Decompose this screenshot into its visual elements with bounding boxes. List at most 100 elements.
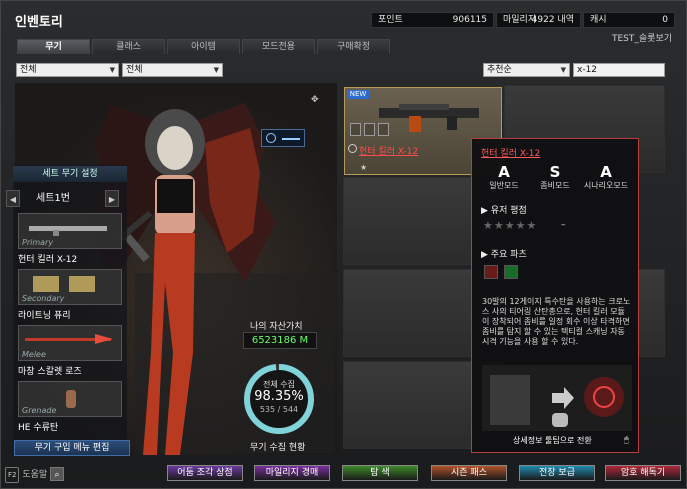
season-pass-button[interactable]: 시즌 패스: [431, 465, 507, 481]
attachment-slot: [350, 123, 361, 136]
set-name: 세트1번: [36, 193, 70, 204]
slot-type-label: Melee: [22, 350, 46, 359]
dark-shard-shop-label: 어둠 조각 상점: [177, 468, 233, 478]
camera-pan-icon[interactable]: ✥: [311, 95, 319, 105]
mileage-auction-button[interactable]: 마일리지 경매: [254, 465, 330, 481]
secondary-weapon-name: 라이트닝 퓨리: [18, 311, 71, 321]
asset-label: 나의 자산가치: [250, 322, 303, 332]
tab-weapon[interactable]: 무기: [17, 39, 90, 54]
tab-bar: 무기 클래스 아이템 모드전용 구매확정: [17, 39, 390, 54]
feature-illustration-art: [490, 375, 624, 427]
grade-normal-mode: A 일반모드: [481, 164, 527, 191]
set-selector: ◀ 세트1번 ▶: [6, 190, 119, 207]
category-select-1[interactable]: 전체 ▼: [16, 63, 119, 77]
collection-label: 무기 수집 현황: [250, 443, 306, 453]
account-name: TEST_슬롯보기: [611, 34, 672, 44]
grade-letter: A: [498, 163, 510, 181]
grade-mode: 일반모드: [489, 181, 519, 190]
slot-type-label: Primary: [22, 238, 54, 247]
slider-track: [282, 138, 300, 140]
help-key: F2: [5, 467, 20, 483]
explore-button[interactable]: 탐 색: [342, 465, 418, 481]
mileage-value[interactable]: 4922 내역: [532, 13, 574, 27]
cash-label: 캐시: [590, 15, 607, 25]
favorite-star[interactable]: ★: [360, 163, 367, 172]
attachment-slot: [364, 123, 375, 136]
rating-value: –: [561, 220, 566, 230]
grade-mode: 시나리오모드: [583, 181, 629, 190]
set-panel-title: 세트 무기 설정: [13, 166, 127, 182]
mileage-auction-label: 마일리지 경매: [265, 468, 319, 478]
chevron-down-icon: ▼: [213, 66, 219, 74]
sort-select[interactable]: 추천순 ▼: [483, 63, 570, 77]
grade-mode: 좀비모드: [540, 181, 570, 190]
prev-set-arrow-icon[interactable]: ◀: [6, 190, 20, 207]
collection-count: 535 / 544: [259, 405, 299, 414]
search-icon[interactable]: ⌕: [50, 467, 65, 481]
points-display: 포인트 906115: [371, 12, 494, 28]
battlefield-supply-button[interactable]: 전장 보급: [519, 465, 595, 481]
rating-title: 유저 평점: [490, 206, 527, 216]
dark-shard-shop-button[interactable]: 어둠 조각 상점: [167, 465, 243, 481]
triangle-icon: ▶: [481, 250, 491, 260]
tab-item[interactable]: 아이템: [167, 39, 240, 54]
help[interactable]: F2 도움말 ⌕: [5, 467, 65, 483]
info-icon: [348, 144, 357, 153]
asset-value: 6523186 M: [243, 332, 317, 349]
secondary-weapon-slot[interactable]: Secondary: [18, 269, 122, 305]
melee-weapon-name: 마창 스칼렛 로즈: [18, 367, 82, 377]
mileage-display[interactable]: 마일리지 4922 내역: [496, 12, 581, 28]
detail-description: 30발의 12게이지 특수탄을 사용하는 크로노스 사의 티어링 산탄총으로, …: [482, 297, 631, 346]
featured-item-name: 헌터 킬러 X-12: [359, 147, 419, 157]
tab-class[interactable]: 클래스: [92, 39, 165, 54]
inventory-window: 인벤토리 포인트 906115 마일리지 4922 내역 캐시 0 TEST_슬…: [0, 0, 687, 489]
detail-item-name: 헌터 킬러 X-12: [481, 149, 541, 159]
rifle-icon: [29, 226, 107, 236]
category-select-2-value: 전체: [126, 65, 143, 75]
slot-type-label: Grenade: [22, 406, 57, 415]
grade-letter: S: [549, 163, 561, 181]
primary-weapon-slot[interactable]: Primary: [18, 213, 122, 249]
category-select-1-value: 전체: [20, 65, 37, 75]
grade-scenario-mode: A 시나리오모드: [583, 164, 629, 191]
grenade-weapon-slot[interactable]: Grenade: [18, 381, 122, 417]
weapon-skin-toggle[interactable]: [261, 129, 305, 147]
feature-illustration: [482, 365, 632, 431]
grenade-weapon-name: HE 수류탄: [18, 423, 59, 433]
part-icon-green[interactable]: [504, 265, 518, 279]
spear-icon: [25, 334, 113, 344]
season-pass-label: 시즌 패스: [451, 468, 487, 478]
sort-select-value: 추천순: [487, 65, 512, 75]
decoder-button[interactable]: 암호 해독기: [605, 465, 681, 481]
part-icon-red[interactable]: [484, 265, 498, 279]
grenade-icon: [66, 390, 76, 408]
tab-purchase-confirm[interactable]: 구매확정: [317, 39, 390, 54]
chevron-down-icon: ▼: [560, 66, 566, 74]
search-input[interactable]: [573, 63, 665, 77]
parts-section-title: ▶ 주요 파츠: [481, 247, 527, 260]
next-set-arrow-icon[interactable]: ▶: [105, 190, 119, 207]
cash-value: 0: [662, 15, 668, 25]
detail-hint: 상세정보 툴팁으로 전환: [513, 436, 592, 445]
explore-label: 탐 색: [370, 468, 390, 478]
new-badge: NEW: [347, 90, 369, 99]
help-label: 도움말: [22, 470, 48, 480]
mouse-icon: 🖱: [624, 435, 629, 444]
primary-weapon-name: 헌터 킬러 X-12: [18, 255, 78, 265]
decoder-label: 암호 해독기: [620, 468, 666, 478]
collection-percent: 98.35%: [254, 389, 304, 404]
rating-stars: ★★★★★: [483, 219, 538, 232]
pen-icon: [266, 133, 276, 143]
cash-display: 캐시 0: [583, 12, 675, 28]
grade-zombie-mode: S 좀비모드: [532, 164, 578, 191]
triangle-icon: ▶: [481, 206, 491, 216]
grade-letter: A: [600, 163, 612, 181]
points-label: 포인트: [378, 15, 403, 25]
tab-mode-only[interactable]: 모드전용: [242, 39, 315, 54]
chevron-down-icon: ▼: [109, 66, 115, 74]
category-select-2[interactable]: 전체 ▼: [122, 63, 223, 77]
melee-weapon-slot[interactable]: Melee: [18, 325, 122, 361]
buy-menu-edit-button[interactable]: 무기 구입 메뉴 편집: [14, 440, 130, 456]
window-title: 인벤토리: [15, 15, 63, 30]
rating-section-title: ▶ 유저 평점: [481, 203, 527, 216]
